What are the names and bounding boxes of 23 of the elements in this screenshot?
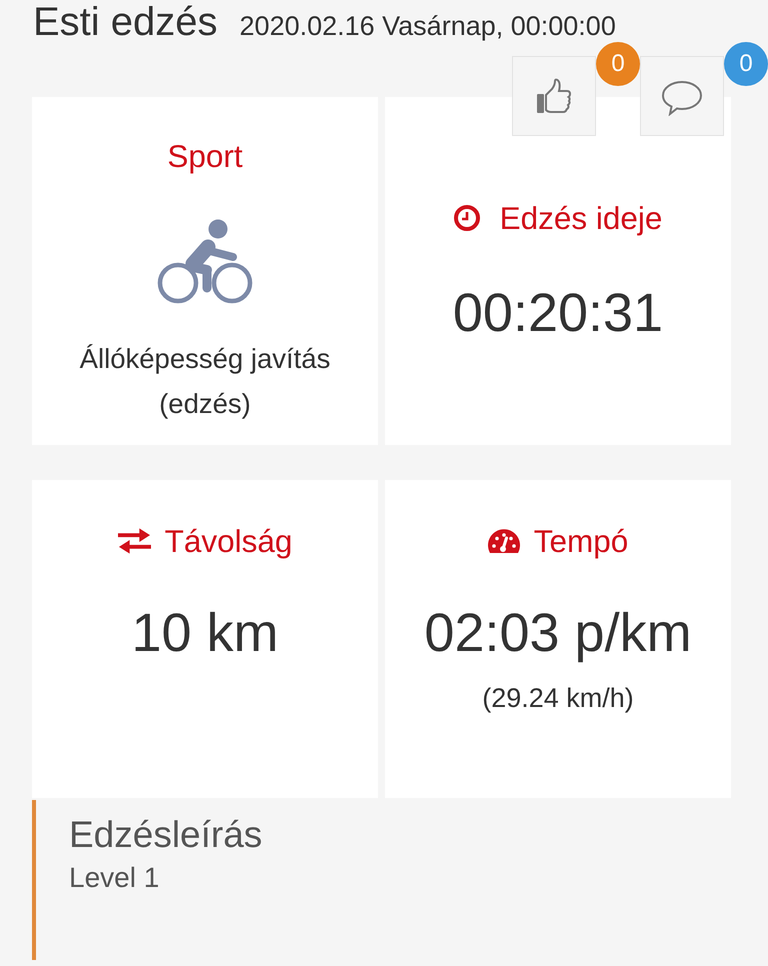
stat-value: 00:20:31 [452, 283, 664, 343]
clock-icon [454, 205, 480, 231]
exchange-arrows-icon [118, 528, 151, 554]
stat-value: 10 km [131, 603, 279, 663]
stat-label: Edzés ideje [500, 199, 662, 237]
speech-bubble-icon [661, 80, 703, 116]
workout-datetime: 2020.02.16 Vasárnap, 00:00:00 [240, 11, 616, 41]
stat-label: Tempó [534, 522, 628, 560]
workout-title: Esti edzés [33, 0, 218, 44]
thumbs-up-icon [536, 78, 572, 114]
stat-value: Állóképesség javítás (edzés) [78, 342, 332, 421]
comment-button[interactable] [640, 56, 724, 136]
stat-label: Távolság [164, 522, 292, 560]
description-text: Level 1 [69, 861, 160, 895]
gauge-icon [488, 528, 520, 554]
stat-sub-value: (29.24 km/h) [482, 683, 634, 713]
comment-count-badge: 0 [724, 42, 768, 86]
cyclist-icon [157, 218, 253, 306]
like-button[interactable] [512, 56, 596, 136]
description-title: Edzésleírás [69, 813, 264, 857]
stat-label: Sport [167, 137, 243, 175]
stat-value: 02:03 p/km [424, 603, 692, 663]
like-count-badge: 0 [596, 42, 640, 86]
